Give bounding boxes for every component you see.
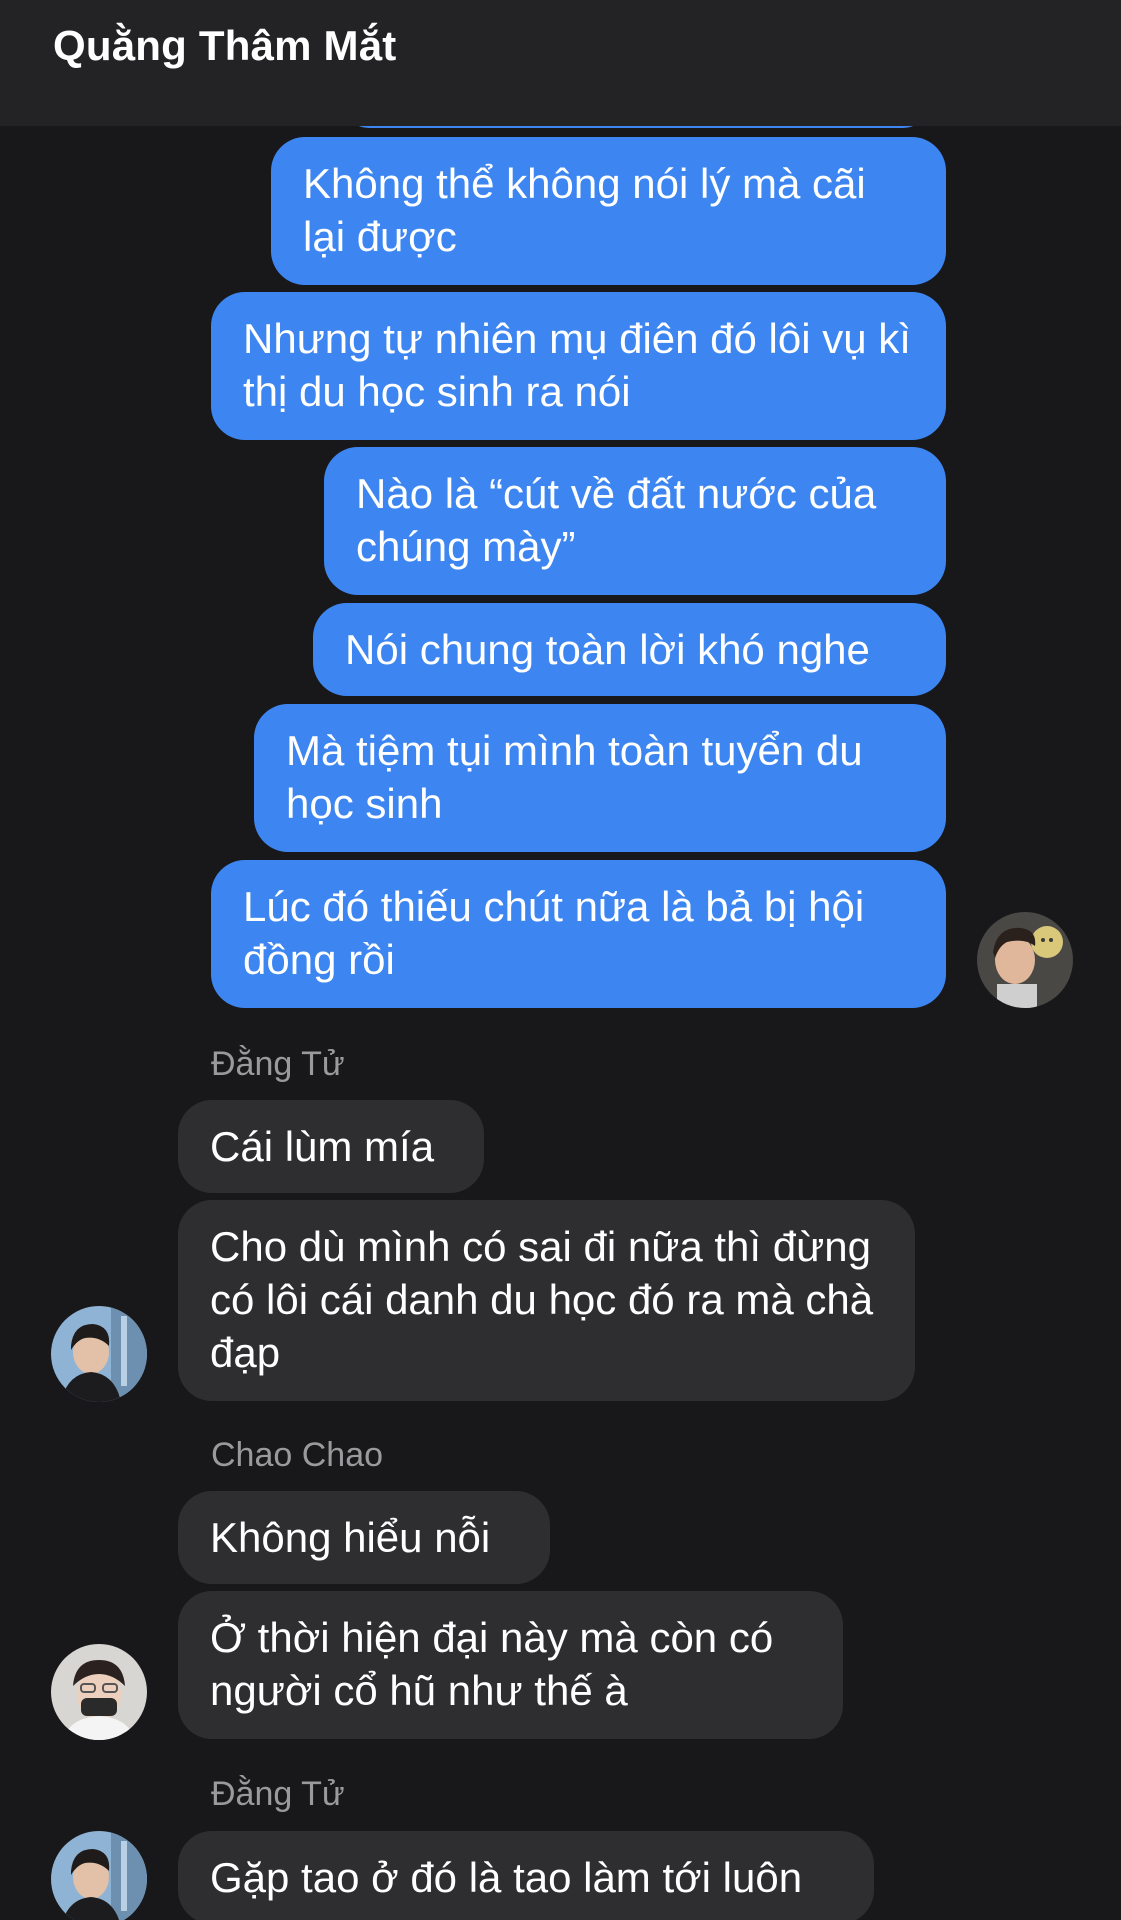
outgoing-message[interactable]: Lúc đó thiếu chút nữa là bả bị hội đồng …	[211, 860, 946, 1008]
chat-screen: Quằng Thâm Mắt Không thể không nói lý mà…	[0, 0, 1121, 1920]
incoming-message[interactable]: Gặp tao ở đó là tao làm tới luôn	[178, 1831, 874, 1920]
incoming-message[interactable]: Không hiểu nỗi	[178, 1491, 550, 1584]
contact-avatar[interactable]	[51, 1644, 147, 1740]
sender-name: Đằng Tử	[211, 1045, 345, 1083]
outgoing-message[interactable]: Nói chung toàn lời khó nghe	[313, 603, 946, 696]
own-avatar[interactable]	[977, 912, 1073, 1008]
chat-title[interactable]: Quằng Thâm Mắt	[53, 22, 396, 70]
chat-header: Quằng Thâm Mắt	[0, 0, 1121, 126]
incoming-message[interactable]: Ở thời hiện đại này mà còn có người cổ h…	[178, 1591, 843, 1739]
contact-avatar[interactable]	[51, 1831, 147, 1920]
contact-avatar[interactable]	[51, 1306, 147, 1402]
sender-name: Đằng Tử	[211, 1775, 345, 1813]
incoming-message[interactable]: Cái lùm mía	[178, 1100, 484, 1193]
outgoing-message[interactable]: Mà tiệm tụi mình toàn tuyển du học sinh	[254, 704, 946, 852]
sender-name: Chao Chao	[211, 1436, 384, 1474]
outgoing-message[interactable]: Nhưng tự nhiên mụ điên đó lôi vụ kì thị …	[211, 292, 946, 440]
incoming-message[interactable]: Cho dù mình có sai đi nữa thì đừng có lô…	[178, 1200, 915, 1401]
outgoing-message[interactable]: Không thể không nói lý mà cãi lại được	[271, 137, 946, 285]
outgoing-message[interactable]: Nào là “cút về đất nước của chúng mày”	[324, 447, 946, 595]
